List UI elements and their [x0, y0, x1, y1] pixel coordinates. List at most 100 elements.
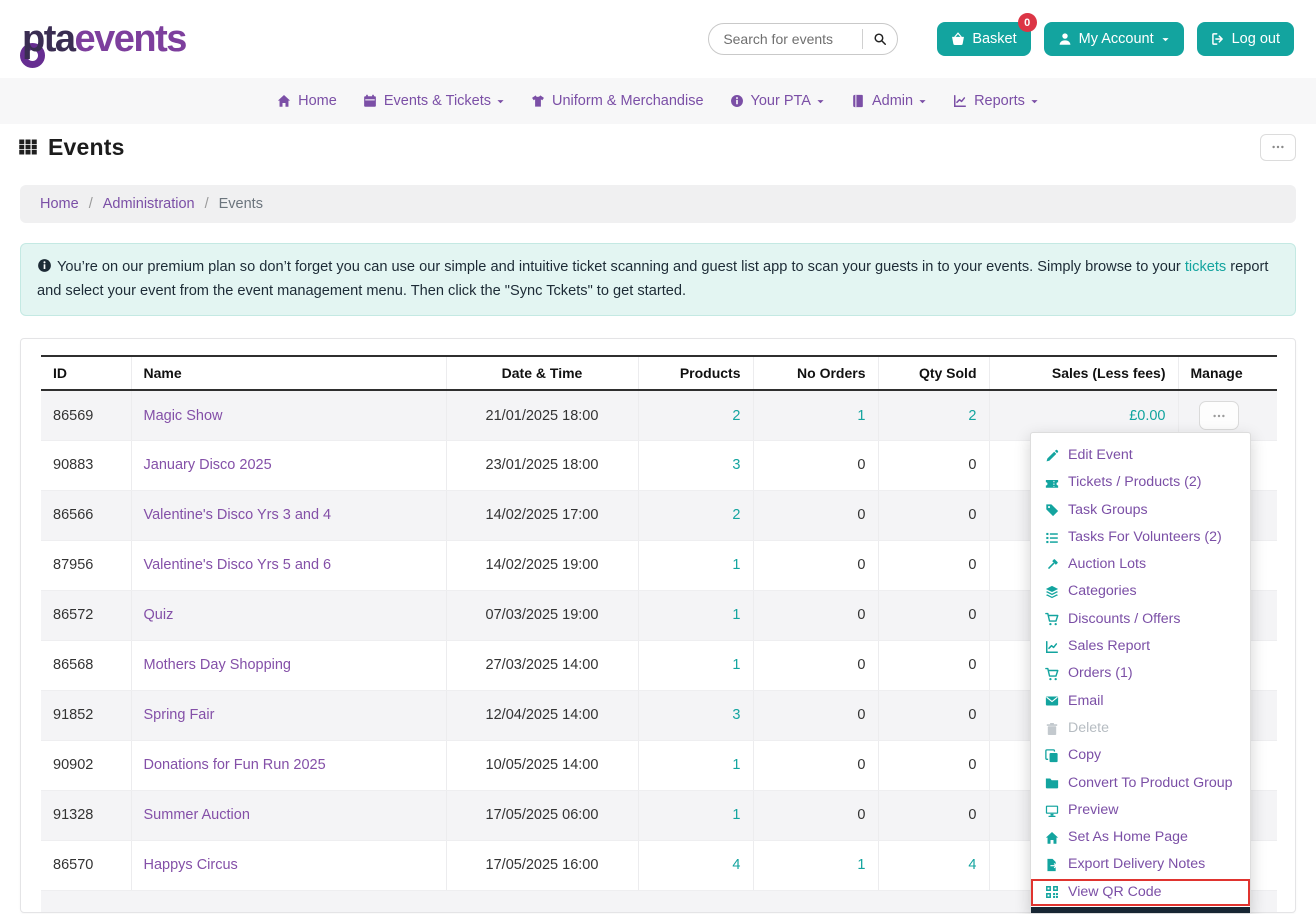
event-id-cell: 91328 [41, 790, 131, 841]
no-orders-count[interactable]: 1 [857, 857, 865, 873]
qty-sold-count[interactable]: 4 [968, 857, 976, 873]
qty-sold-count: 0 [968, 457, 977, 474]
breadcrumb-administration-link[interactable]: Administration [103, 196, 195, 212]
menu-item-email[interactable]: Email [1031, 687, 1250, 715]
event-name-link[interactable]: January Disco 2025 [144, 457, 272, 473]
event-name-link[interactable]: Valentine's Disco Yrs 5 and 6 [144, 557, 332, 573]
no-orders-count: 0 [857, 657, 866, 674]
search-input[interactable] [709, 31, 863, 47]
menu-item-set-as-home-page[interactable]: Set As Home Page [1031, 824, 1250, 852]
menu-item-auction-lots[interactable]: Auction Lots [1031, 551, 1250, 579]
event-id-cell: 86568 [41, 640, 131, 691]
trash-icon [1045, 722, 1059, 736]
alert-text-before: You’re on our premium plan so don’t forg… [57, 259, 1185, 275]
event-name-link[interactable]: Spring Fair [144, 707, 215, 723]
event-name-link[interactable]: Quiz [144, 607, 174, 623]
ellipsis-icon [1212, 409, 1226, 423]
products-count[interactable]: 1 [732, 807, 740, 823]
breadcrumb-home-link[interactable]: Home [40, 196, 79, 212]
logout-button[interactable]: Log out [1196, 22, 1294, 56]
menu-partial-item[interactable] [1031, 907, 1250, 914]
nav-item-uniform-merchandise[interactable]: Uniform & Merchandise [531, 93, 704, 109]
header-actions: Basket 0 My Account Log out [708, 13, 1294, 56]
event-name-link[interactable]: Summer Auction [144, 807, 250, 823]
products-count[interactable]: 4 [732, 857, 740, 873]
qty-sold-count[interactable]: 2 [968, 408, 976, 424]
basket-button[interactable]: Basket 0 [937, 13, 1037, 56]
no-orders-count: 0 [857, 557, 866, 574]
menu-item-orders-1[interactable]: Orders (1) [1031, 660, 1250, 688]
nav-item-home[interactable]: Home [277, 93, 337, 109]
menu-item-export-delivery-notes[interactable]: Export Delivery Notes [1031, 851, 1250, 879]
row-manage-button[interactable] [1198, 401, 1239, 431]
products-count[interactable]: 1 [732, 757, 740, 773]
menu-item-tickets-products-2[interactable]: Tickets / Products (2) [1031, 469, 1250, 497]
products-count[interactable]: 3 [732, 457, 740, 473]
basket-count-badge: 0 [1017, 13, 1037, 32]
nav-item-admin[interactable]: Admin [851, 93, 927, 109]
caret-down-icon [1030, 97, 1039, 106]
menu-item-tasks-for-volunteers-2[interactable]: Tasks For Volunteers (2) [1031, 523, 1250, 552]
search-box [708, 23, 899, 55]
menu-item-convert-to-product-group[interactable]: Convert To Product Group [1031, 769, 1250, 797]
col-header-sales: Sales (Less fees) [988, 355, 1178, 392]
nav-item-your-pta[interactable]: Your PTA [730, 93, 825, 109]
calendar-icon [363, 94, 377, 108]
brand-logo[interactable]: ptaevents [20, 18, 188, 68]
products-count[interactable]: 1 [732, 557, 740, 573]
products-count[interactable]: 3 [732, 707, 740, 723]
event-datetime-cell: 17/05/2025 06:00 [445, 790, 638, 841]
page-title: Events [48, 133, 125, 160]
qty-sold-count: 0 [968, 507, 977, 524]
cart-icon [1045, 667, 1059, 681]
qty-sold-count: 0 [968, 657, 977, 674]
nav-item-events-tickets[interactable]: Events & Tickets [363, 93, 505, 109]
col-header-no-orders: No Orders [752, 355, 878, 392]
menu-item-sales-report[interactable]: Sales Report [1031, 633, 1250, 661]
products-count[interactable]: 1 [732, 607, 740, 623]
menu-item-edit-event[interactable]: Edit Event [1031, 442, 1250, 470]
page-more-button[interactable] [1260, 133, 1296, 161]
menu-item-copy[interactable]: Copy [1031, 742, 1250, 770]
search-button[interactable] [863, 24, 897, 54]
event-name-link[interactable]: Donations for Fun Run 2025 [144, 757, 326, 773]
logo-text-events: events [74, 18, 188, 60]
event-datetime-cell: 12/04/2025 14:00 [445, 690, 638, 741]
logo-text-pta: pta [22, 18, 76, 60]
products-count[interactable]: 2 [732, 408, 740, 424]
my-account-label: My Account [1078, 31, 1154, 47]
menu-item-delete: Delete [1031, 714, 1250, 743]
menu-item-task-groups[interactable]: Task Groups [1031, 496, 1250, 524]
basket-icon [951, 32, 965, 46]
col-header-products: Products [637, 355, 753, 392]
menu-item-discounts-offers[interactable]: Discounts / Offers [1031, 605, 1250, 634]
ellipsis-icon [1271, 140, 1285, 154]
nav-item-reports[interactable]: Reports [953, 93, 1039, 109]
event-datetime-cell: 21/01/2025 18:00 [445, 390, 638, 441]
book-icon [851, 94, 865, 108]
menu-item-preview[interactable]: Preview [1031, 796, 1250, 825]
event-name-link[interactable]: Valentine's Disco Yrs 3 and 4 [144, 507, 332, 523]
event-name-link[interactable]: Magic Show [144, 408, 223, 424]
event-datetime-cell: 10/05/2025 14:00 [445, 740, 638, 791]
sales-amount[interactable]: £0.00 [1129, 408, 1165, 424]
my-account-button[interactable]: My Account [1043, 22, 1184, 56]
no-orders-count[interactable]: 1 [857, 408, 865, 424]
tag-icon [1045, 503, 1059, 517]
col-header-id: ID [41, 355, 131, 392]
products-count[interactable]: 1 [732, 657, 740, 673]
chartline-icon [953, 94, 967, 108]
tickets-report-link[interactable]: tickets [1185, 259, 1226, 275]
menu-item-categories[interactable]: Categories [1031, 578, 1250, 606]
event-id-cell: 87956 [41, 540, 131, 591]
event-name-link[interactable]: Mothers Day Shopping [144, 657, 292, 673]
col-header-manage: Manage [1177, 355, 1277, 392]
table-header-row: ID Name Date & Time Products No Orders Q… [41, 355, 1277, 392]
menu-item-view-qr-code[interactable]: View QR Code [1031, 878, 1250, 907]
event-datetime-cell: 07/03/2025 19:00 [445, 590, 638, 641]
envelope-icon [1045, 694, 1059, 708]
products-count[interactable]: 2 [732, 507, 740, 523]
tasks-icon [1045, 531, 1059, 545]
event-name-link[interactable]: Happys Circus [144, 857, 238, 873]
event-manage-menu: Edit Event Tickets / Products (2) Task G… [1030, 432, 1251, 914]
